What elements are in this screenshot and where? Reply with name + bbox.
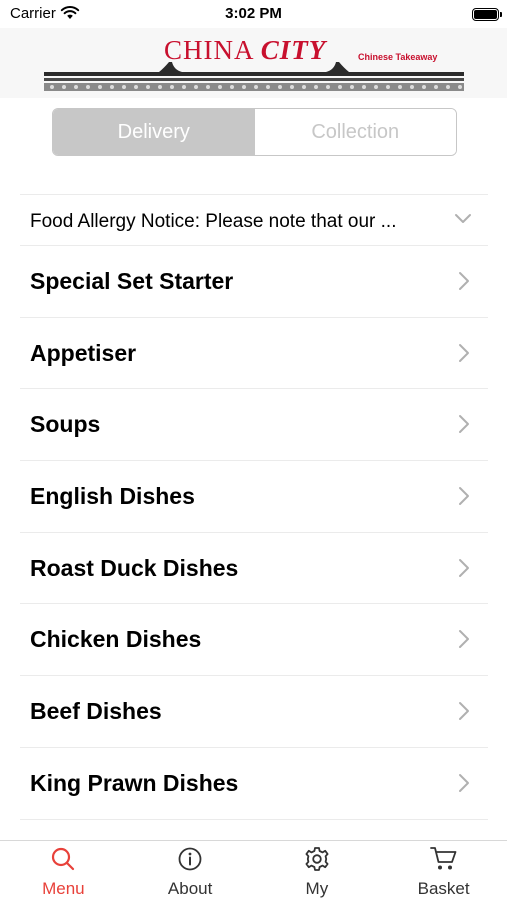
category-label: Roast Duck Dishes: [30, 554, 239, 581]
category-label: King Prawn Dishes: [30, 769, 239, 796]
cart-icon: [429, 847, 457, 870]
tab-about[interactable]: About: [127, 841, 254, 900]
tab-my-label: My: [305, 879, 329, 898]
battery-icon: [472, 8, 502, 21]
allergy-notice-row[interactable]: Food Allergy Notice: Please note that ou…: [20, 194, 488, 246]
tab-menu[interactable]: Menu: [0, 841, 127, 900]
menu-category-list: Food Allergy Notice: Please note that ou…: [20, 194, 488, 820]
info-icon: [178, 847, 202, 871]
brand-name: CHINA CITY: [164, 35, 326, 66]
category-label: Special Set Starter: [30, 268, 234, 294]
brand-word-city: CITY: [260, 35, 327, 65]
chevron-right-icon: [459, 487, 469, 506]
tab-basket-label: Basket: [417, 879, 470, 898]
chevron-right-icon: [459, 272, 469, 290]
roof-logo-icon: [44, 62, 464, 91]
chevron-right-icon: [459, 702, 469, 721]
category-row[interactable]: English Dishes: [20, 461, 488, 533]
tab-menu-label: Menu: [42, 879, 85, 898]
category-row[interactable]: Chicken Dishes: [20, 604, 488, 677]
category-label: Soups: [30, 411, 101, 438]
tab-bar: Menu About My Basket: [0, 840, 507, 900]
category-label: English Dishes: [30, 483, 195, 510]
chevron-right-icon: [459, 415, 469, 434]
chevron-down-icon: [455, 214, 471, 223]
tab-about-label: About: [167, 879, 213, 898]
category-row[interactable]: Special Set Starter: [20, 246, 488, 318]
order-type-segmented-control: Delivery Collection: [52, 108, 457, 156]
clock: 3:02 PM: [225, 5, 282, 22]
category-row[interactable]: King Prawn Dishes: [20, 748, 488, 820]
restaurant-banner: CHINA CITY Chinese Takeaway: [0, 28, 507, 98]
tab-basket[interactable]: Basket: [380, 841, 507, 900]
category-row[interactable]: Roast Duck Dishes: [20, 533, 488, 605]
delivery-segment[interactable]: Delivery: [53, 109, 255, 155]
chevron-right-icon: [459, 343, 469, 362]
brand-tagline: Chinese Takeaway: [358, 52, 438, 62]
category-label: Chicken Dishes: [30, 626, 202, 653]
category-label: Appetiser: [30, 339, 137, 366]
search-icon: [52, 847, 75, 871]
chevron-right-icon: [459, 773, 469, 792]
category-row[interactable]: Soups: [20, 389, 488, 462]
collection-segment[interactable]: Collection: [254, 109, 456, 155]
allergy-notice-text: Food Allergy Notice: Please note that ou…: [30, 211, 397, 232]
category-label: Beef Dishes: [30, 698, 162, 725]
gear-icon: [305, 847, 329, 871]
chevron-right-icon: [459, 630, 469, 649]
status-bar: Carrier 3:02 PM: [0, 0, 507, 28]
tab-my[interactable]: My: [254, 841, 381, 900]
category-row[interactable]: Beef Dishes: [20, 676, 488, 748]
brand-word-china: CHINA: [164, 35, 254, 65]
category-row[interactable]: Appetiser: [20, 318, 488, 390]
chevron-right-icon: [459, 558, 469, 577]
